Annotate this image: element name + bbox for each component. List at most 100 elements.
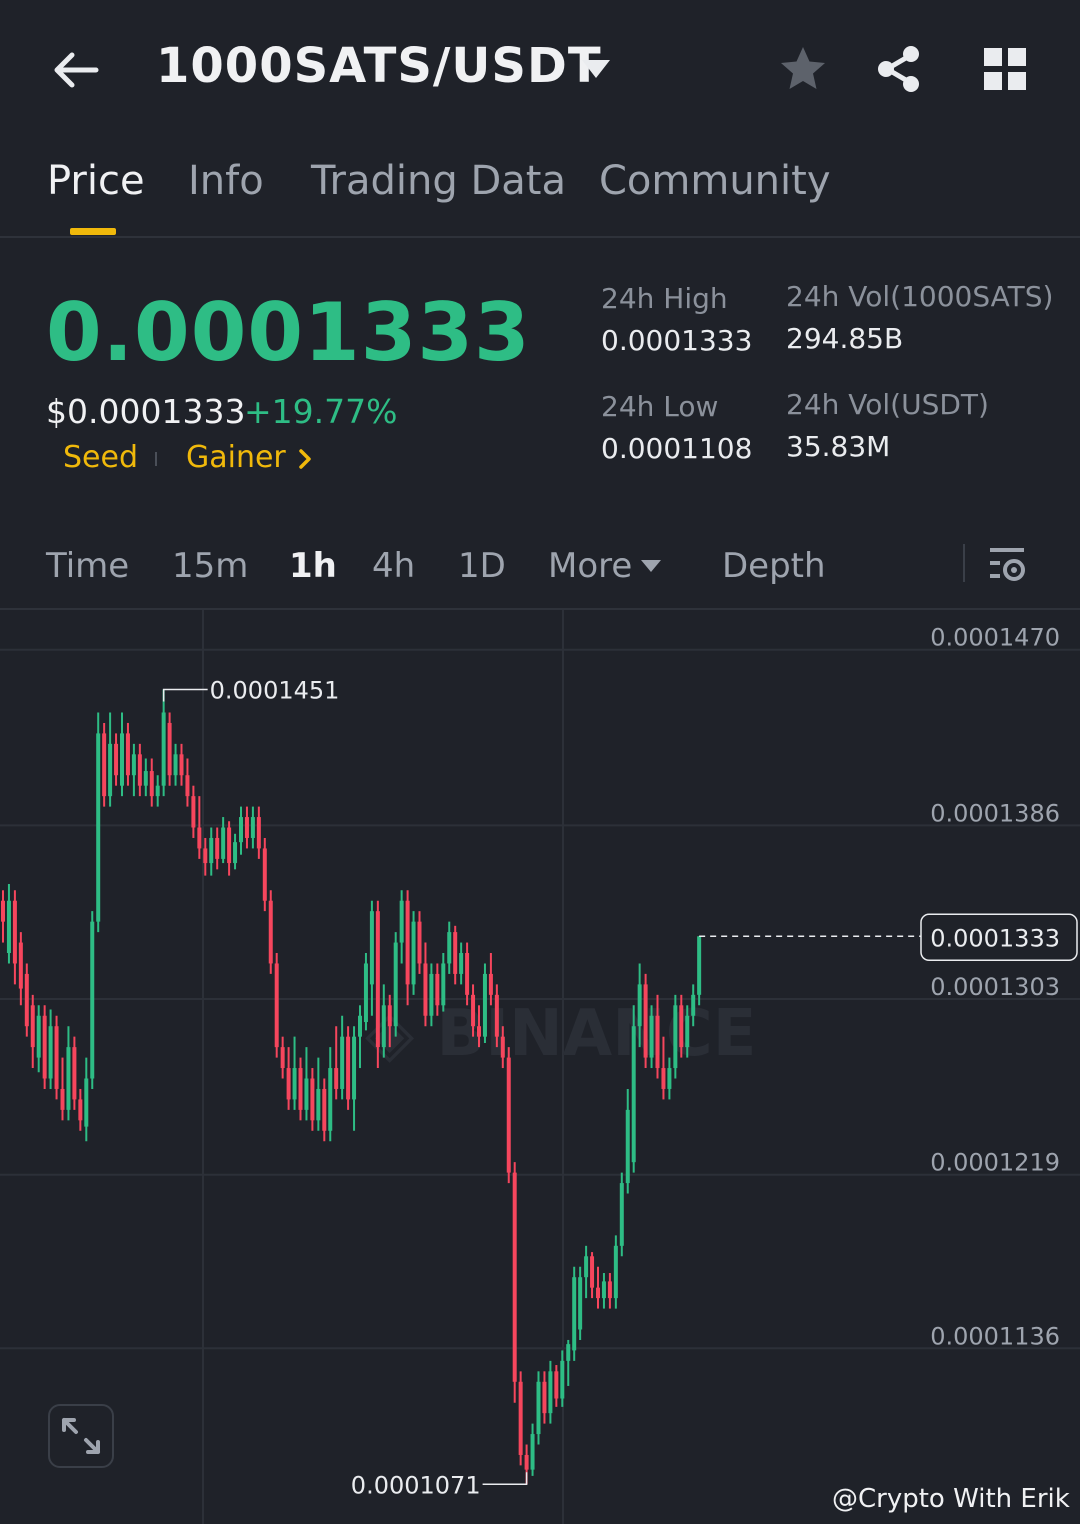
candle-body	[280, 1047, 285, 1069]
vol-quote-label: 24h Vol(USDT)	[786, 388, 989, 421]
candle-body	[340, 1036, 345, 1089]
candle-body	[179, 754, 184, 776]
candle-body	[108, 743, 113, 797]
candle-body	[369, 911, 374, 985]
candle-body	[125, 733, 130, 776]
low-label: 24h Low	[601, 390, 719, 423]
interval-4h[interactable]: 4h	[372, 546, 415, 586]
candle-body	[488, 973, 493, 995]
y-tick-label: 0.0001136	[930, 1322, 1060, 1350]
candle-body	[298, 1068, 303, 1110]
candle-body	[286, 1068, 291, 1100]
interval-15m[interactable]: 15m	[172, 546, 248, 586]
candle-body	[96, 733, 101, 922]
candle-body	[512, 1172, 517, 1382]
candle-body	[209, 837, 214, 864]
expand-chart-button[interactable]	[48, 1404, 114, 1468]
high-label: 24h High	[601, 282, 728, 315]
tab-community[interactable]: Community	[599, 158, 831, 204]
candle-body	[393, 942, 398, 1027]
candle-body	[334, 1068, 339, 1089]
pair-title[interactable]: 1000SATS/USDT	[156, 38, 602, 94]
candle-body	[155, 785, 160, 797]
main-tabs: Price Info Trading Data Community	[0, 150, 1080, 238]
candle-body	[387, 1005, 392, 1027]
candle-body	[322, 1088, 327, 1131]
interval-more[interactable]: More	[548, 546, 632, 586]
more-caret-icon[interactable]	[640, 558, 662, 574]
top-bar: 1000SATS/USDT	[0, 0, 1080, 140]
interval-depth[interactable]: Depth	[722, 546, 826, 586]
interval-1h[interactable]: 1h	[289, 546, 337, 586]
high-annotation-label: 0.0001451	[210, 676, 340, 704]
back-arrow-icon[interactable]	[48, 42, 104, 98]
caret-down-icon[interactable]	[580, 58, 612, 80]
candle-body	[381, 1005, 386, 1048]
star-icon[interactable]	[778, 44, 828, 94]
candle-body	[435, 973, 440, 1006]
chevron-right-icon[interactable]	[296, 446, 316, 472]
candle-body	[24, 973, 29, 1027]
low-annotation-line	[482, 1472, 528, 1486]
candle-body	[697, 936, 702, 995]
y-tick-label: 0.0001219	[930, 1149, 1060, 1177]
candle-body	[590, 1256, 595, 1288]
high-annotation-line	[162, 688, 208, 702]
vol-base-label: 24h Vol(1000SATS)	[786, 280, 1054, 313]
candle-body	[411, 921, 416, 985]
grid-icon[interactable]	[982, 46, 1028, 92]
candle-body	[227, 827, 232, 864]
candle-body	[482, 973, 487, 1037]
candle-body	[578, 1277, 583, 1330]
candle-body	[613, 1245, 618, 1299]
candle-body	[637, 984, 642, 1027]
y-tick-label: 0.0001386	[930, 799, 1060, 827]
candlestick-chart[interactable]: ◈ BINANCE 0.0001470 0.0001386 0.0001303 0.0…	[0, 610, 1080, 1524]
chart-canvas[interactable]: ◈ BINANCE 0.00014700.00013860.00013030.0…	[0, 610, 1080, 1524]
candle-body	[363, 963, 368, 1023]
candle-body	[572, 1277, 577, 1351]
candle-body	[631, 1026, 636, 1163]
candle-body	[530, 1434, 535, 1470]
y-tick-label: 0.0001303	[930, 973, 1060, 1001]
last-price-label: 0.0001333	[930, 924, 1060, 952]
candle-body	[661, 1068, 666, 1089]
candle-body	[310, 1078, 315, 1121]
candle-body	[18, 942, 23, 989]
tab-trading-data[interactable]: Trading Data	[311, 158, 566, 204]
candle-body	[185, 775, 190, 797]
candle-body	[90, 921, 95, 1079]
tag-seed[interactable]: Seed	[63, 440, 138, 475]
candle-body	[173, 754, 178, 776]
candle-body	[601, 1281, 606, 1299]
candle-body	[1, 900, 5, 922]
candle-body	[619, 1183, 624, 1246]
candle-body	[12, 900, 17, 964]
candle-body	[221, 827, 226, 859]
interval-time[interactable]: Time	[46, 546, 129, 586]
candle-body	[233, 842, 238, 864]
active-tab-indicator	[70, 228, 116, 235]
tab-price[interactable]: Price	[47, 158, 145, 204]
candle-body	[66, 1047, 71, 1110]
candle-body	[566, 1344, 571, 1361]
share-icon[interactable]	[874, 44, 924, 94]
candle-body	[673, 1005, 678, 1069]
candle-body	[465, 953, 470, 995]
candle-body	[352, 1036, 357, 1100]
interval-1d[interactable]: 1D	[458, 546, 506, 586]
candle-body	[143, 771, 148, 786]
candle-body	[560, 1360, 565, 1399]
tab-info[interactable]: Info	[188, 158, 264, 204]
candle-body	[149, 771, 154, 797]
candle-body	[36, 1015, 41, 1058]
candle-body	[441, 963, 446, 1006]
chart-settings-icon[interactable]	[986, 544, 1030, 586]
vol-quote-value: 35.83M	[786, 430, 891, 463]
tag-gainer[interactable]: Gainer	[186, 440, 286, 475]
candle-body	[346, 1036, 351, 1100]
interval-bar: Time 15m 1h 4h 1D More Depth	[0, 530, 1080, 610]
candle-body	[417, 921, 422, 964]
interval-divider	[963, 544, 965, 582]
candle-body	[203, 848, 208, 864]
